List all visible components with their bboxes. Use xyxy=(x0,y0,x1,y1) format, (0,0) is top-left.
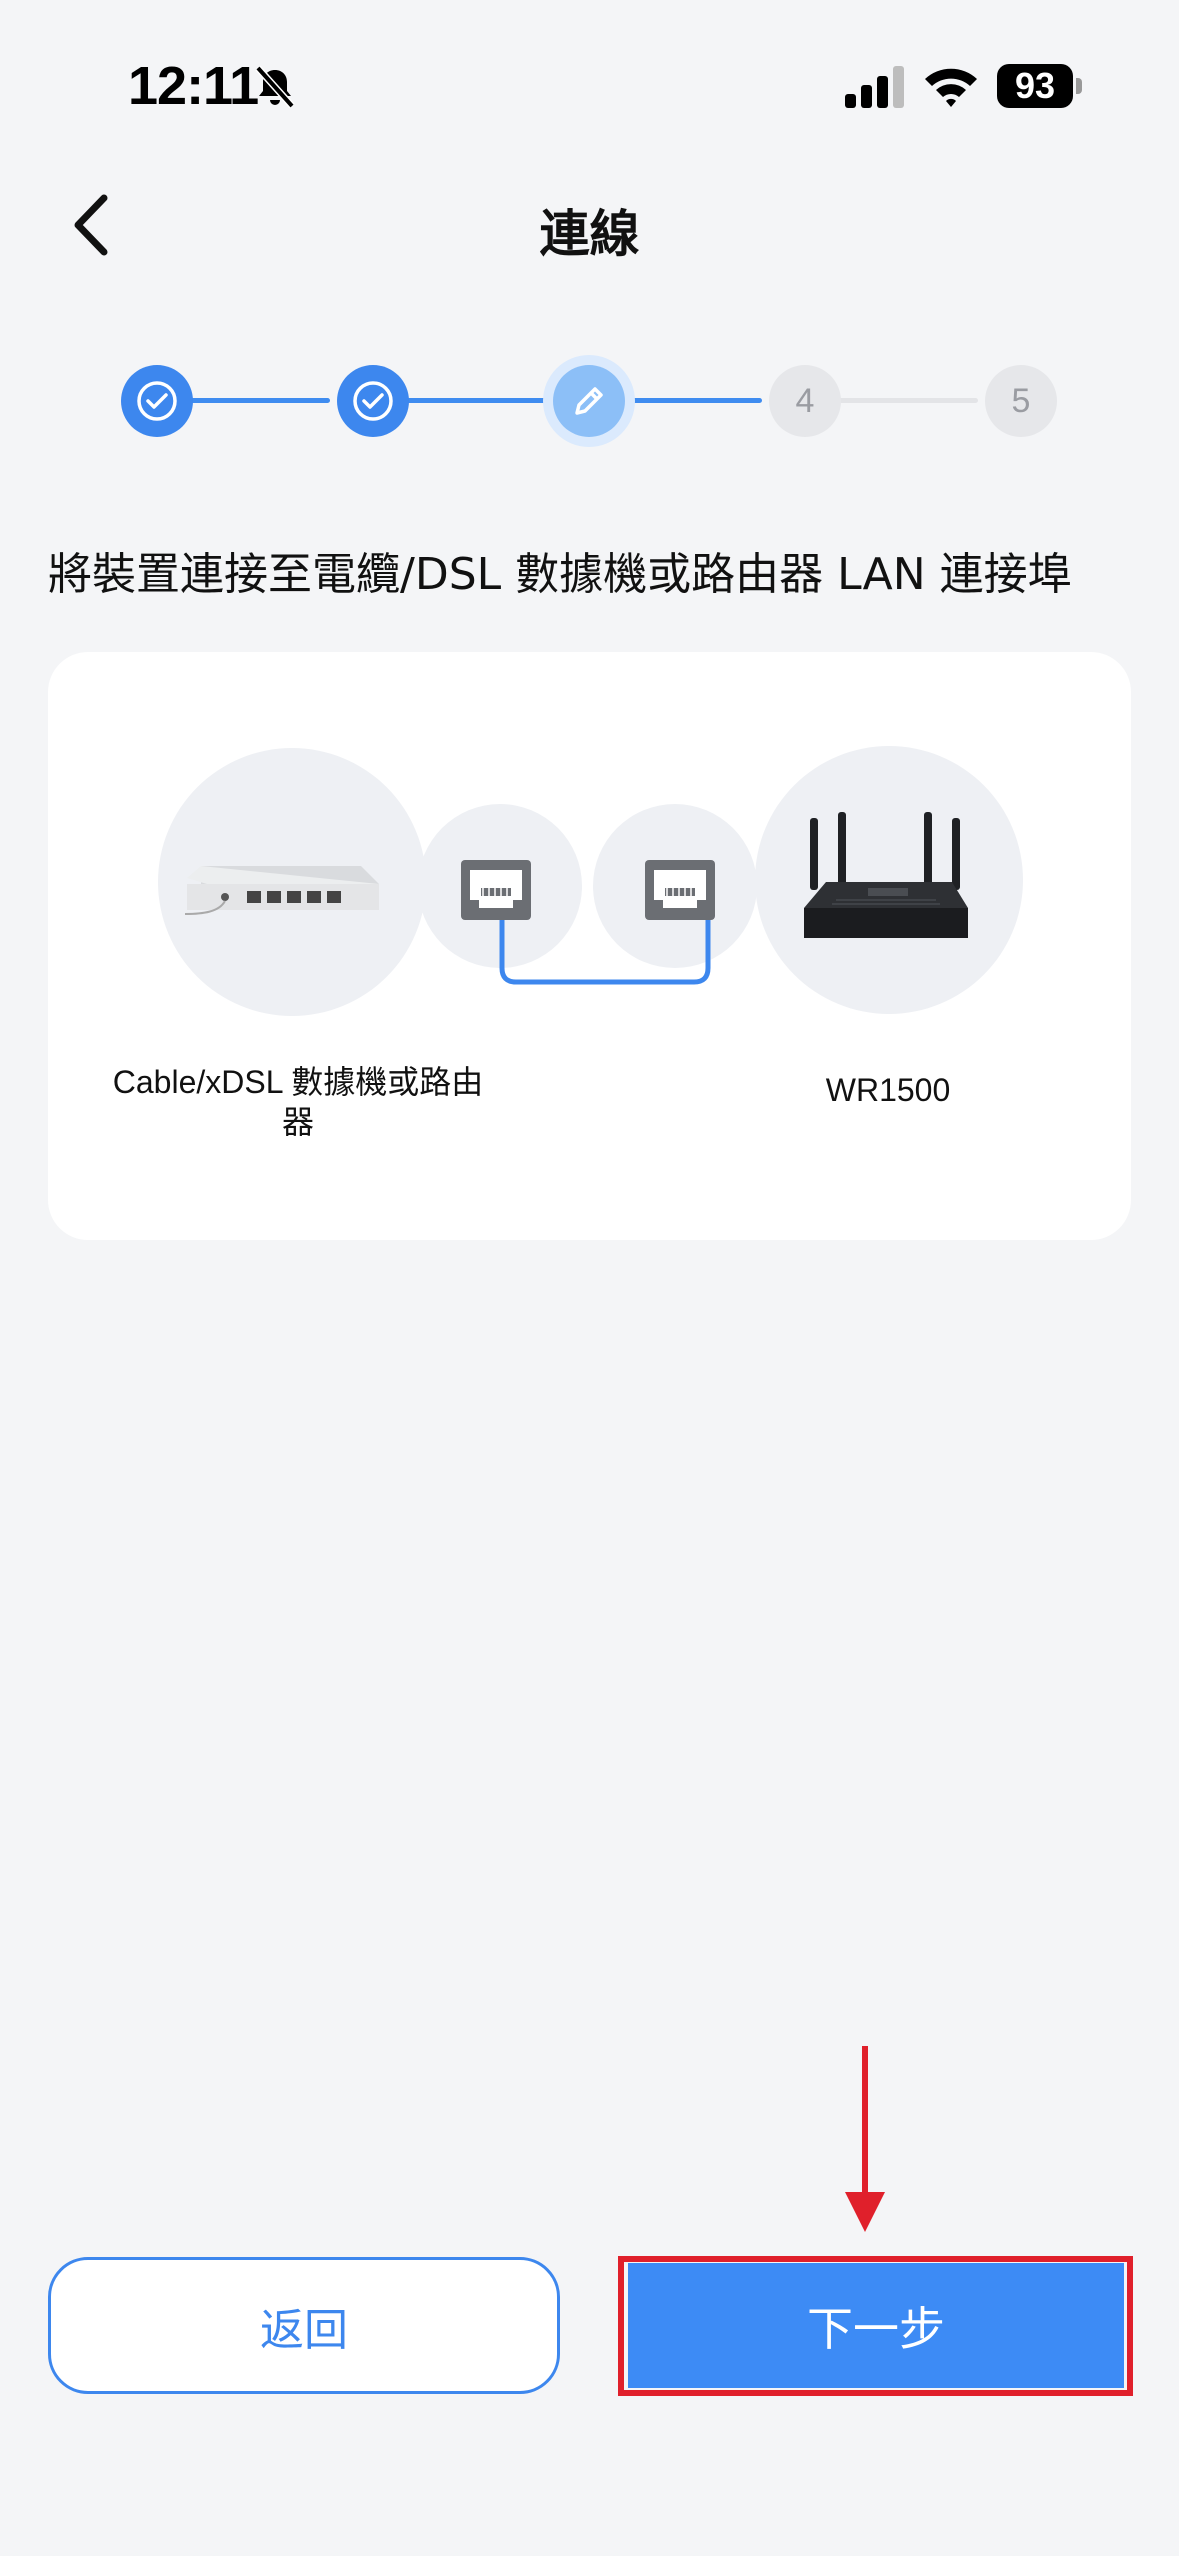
check-circle-icon xyxy=(137,381,177,421)
bell-off-icon xyxy=(255,65,295,109)
step-connector xyxy=(406,398,546,403)
status-bar: 12:11 93 xyxy=(0,0,1179,170)
router-label: WR1500 xyxy=(825,1072,951,1108)
modem-label: Cable/xDSL 數據機或路由器 xyxy=(112,1064,484,1140)
router-icon xyxy=(804,812,968,938)
modem-switch-icon xyxy=(184,866,379,915)
battery-tip xyxy=(1076,78,1082,94)
cellular-signal-icon xyxy=(845,66,904,108)
step-connector xyxy=(190,398,330,403)
battery-indicator: 93 xyxy=(997,64,1073,108)
wifi-icon xyxy=(925,68,977,107)
lan-port-icon xyxy=(645,860,715,920)
arrow-down-icon xyxy=(845,2046,885,2232)
step-4: 4 xyxy=(769,365,841,437)
step-3 xyxy=(553,365,625,437)
lan-port-icon xyxy=(461,860,531,920)
pencil-icon xyxy=(575,387,603,415)
step-connector xyxy=(622,398,762,403)
step-1 xyxy=(121,365,193,437)
progress-stepper: 4 5 xyxy=(0,350,1179,450)
connection-diagram-card: Cable/xDSL 數據機或路由器 WR1500 xyxy=(48,652,1131,1240)
status-time: 12:11 xyxy=(128,56,259,116)
back-button[interactable]: 返回 xyxy=(48,2257,560,2394)
step-2 xyxy=(337,365,409,437)
instruction-text: 將裝置連接至電纜/DSL 數據機或路由器 LAN 連接埠 xyxy=(48,549,1072,600)
ethernet-cable-icon xyxy=(499,918,711,985)
step-5: 5 xyxy=(985,365,1057,437)
next-button[interactable]: 下一步 xyxy=(628,2263,1124,2388)
check-circle-icon xyxy=(353,381,393,421)
step-connector xyxy=(838,398,978,403)
page-title: 連線 xyxy=(539,205,640,263)
